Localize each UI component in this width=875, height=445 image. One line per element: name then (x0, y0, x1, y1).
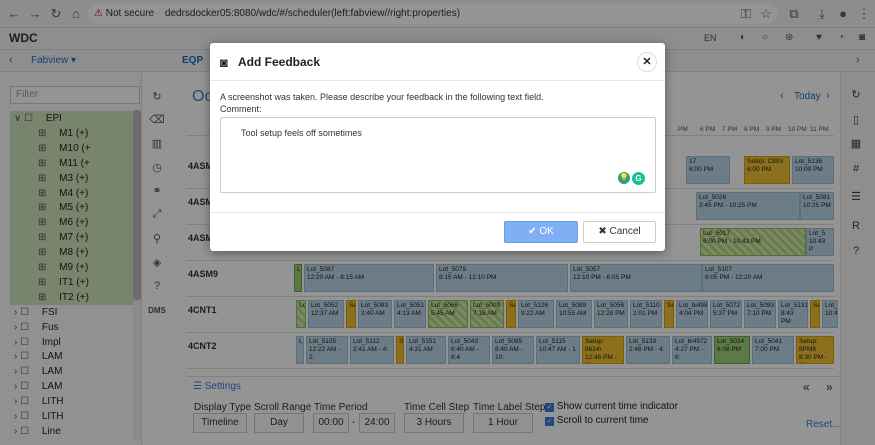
comment-label: Comment: (220, 104, 262, 114)
x-icon: ✖ (598, 226, 607, 237)
dialog-footer-divider (210, 212, 665, 213)
camera-icon: ◙ (220, 55, 228, 70)
ok-button[interactable]: ✔ OK (504, 221, 578, 243)
dialog-info-text: A screenshot was taken. Please describe … (220, 92, 544, 102)
dialog-title: Add Feedback (238, 55, 321, 69)
check-icon: ✔ (528, 226, 537, 237)
cancel-button[interactable]: ✖ Cancel (583, 221, 656, 243)
close-button[interactable]: ✕ (637, 52, 657, 72)
comment-text: Tool setup feels off sometimes (241, 128, 362, 138)
lightbulb-icon[interactable]: 💡 (618, 172, 630, 184)
comment-textarea[interactable]: Tool setup feels off sometimes (220, 117, 656, 193)
grammarly-icon[interactable]: G (632, 172, 645, 185)
dialog-divider (210, 80, 665, 81)
